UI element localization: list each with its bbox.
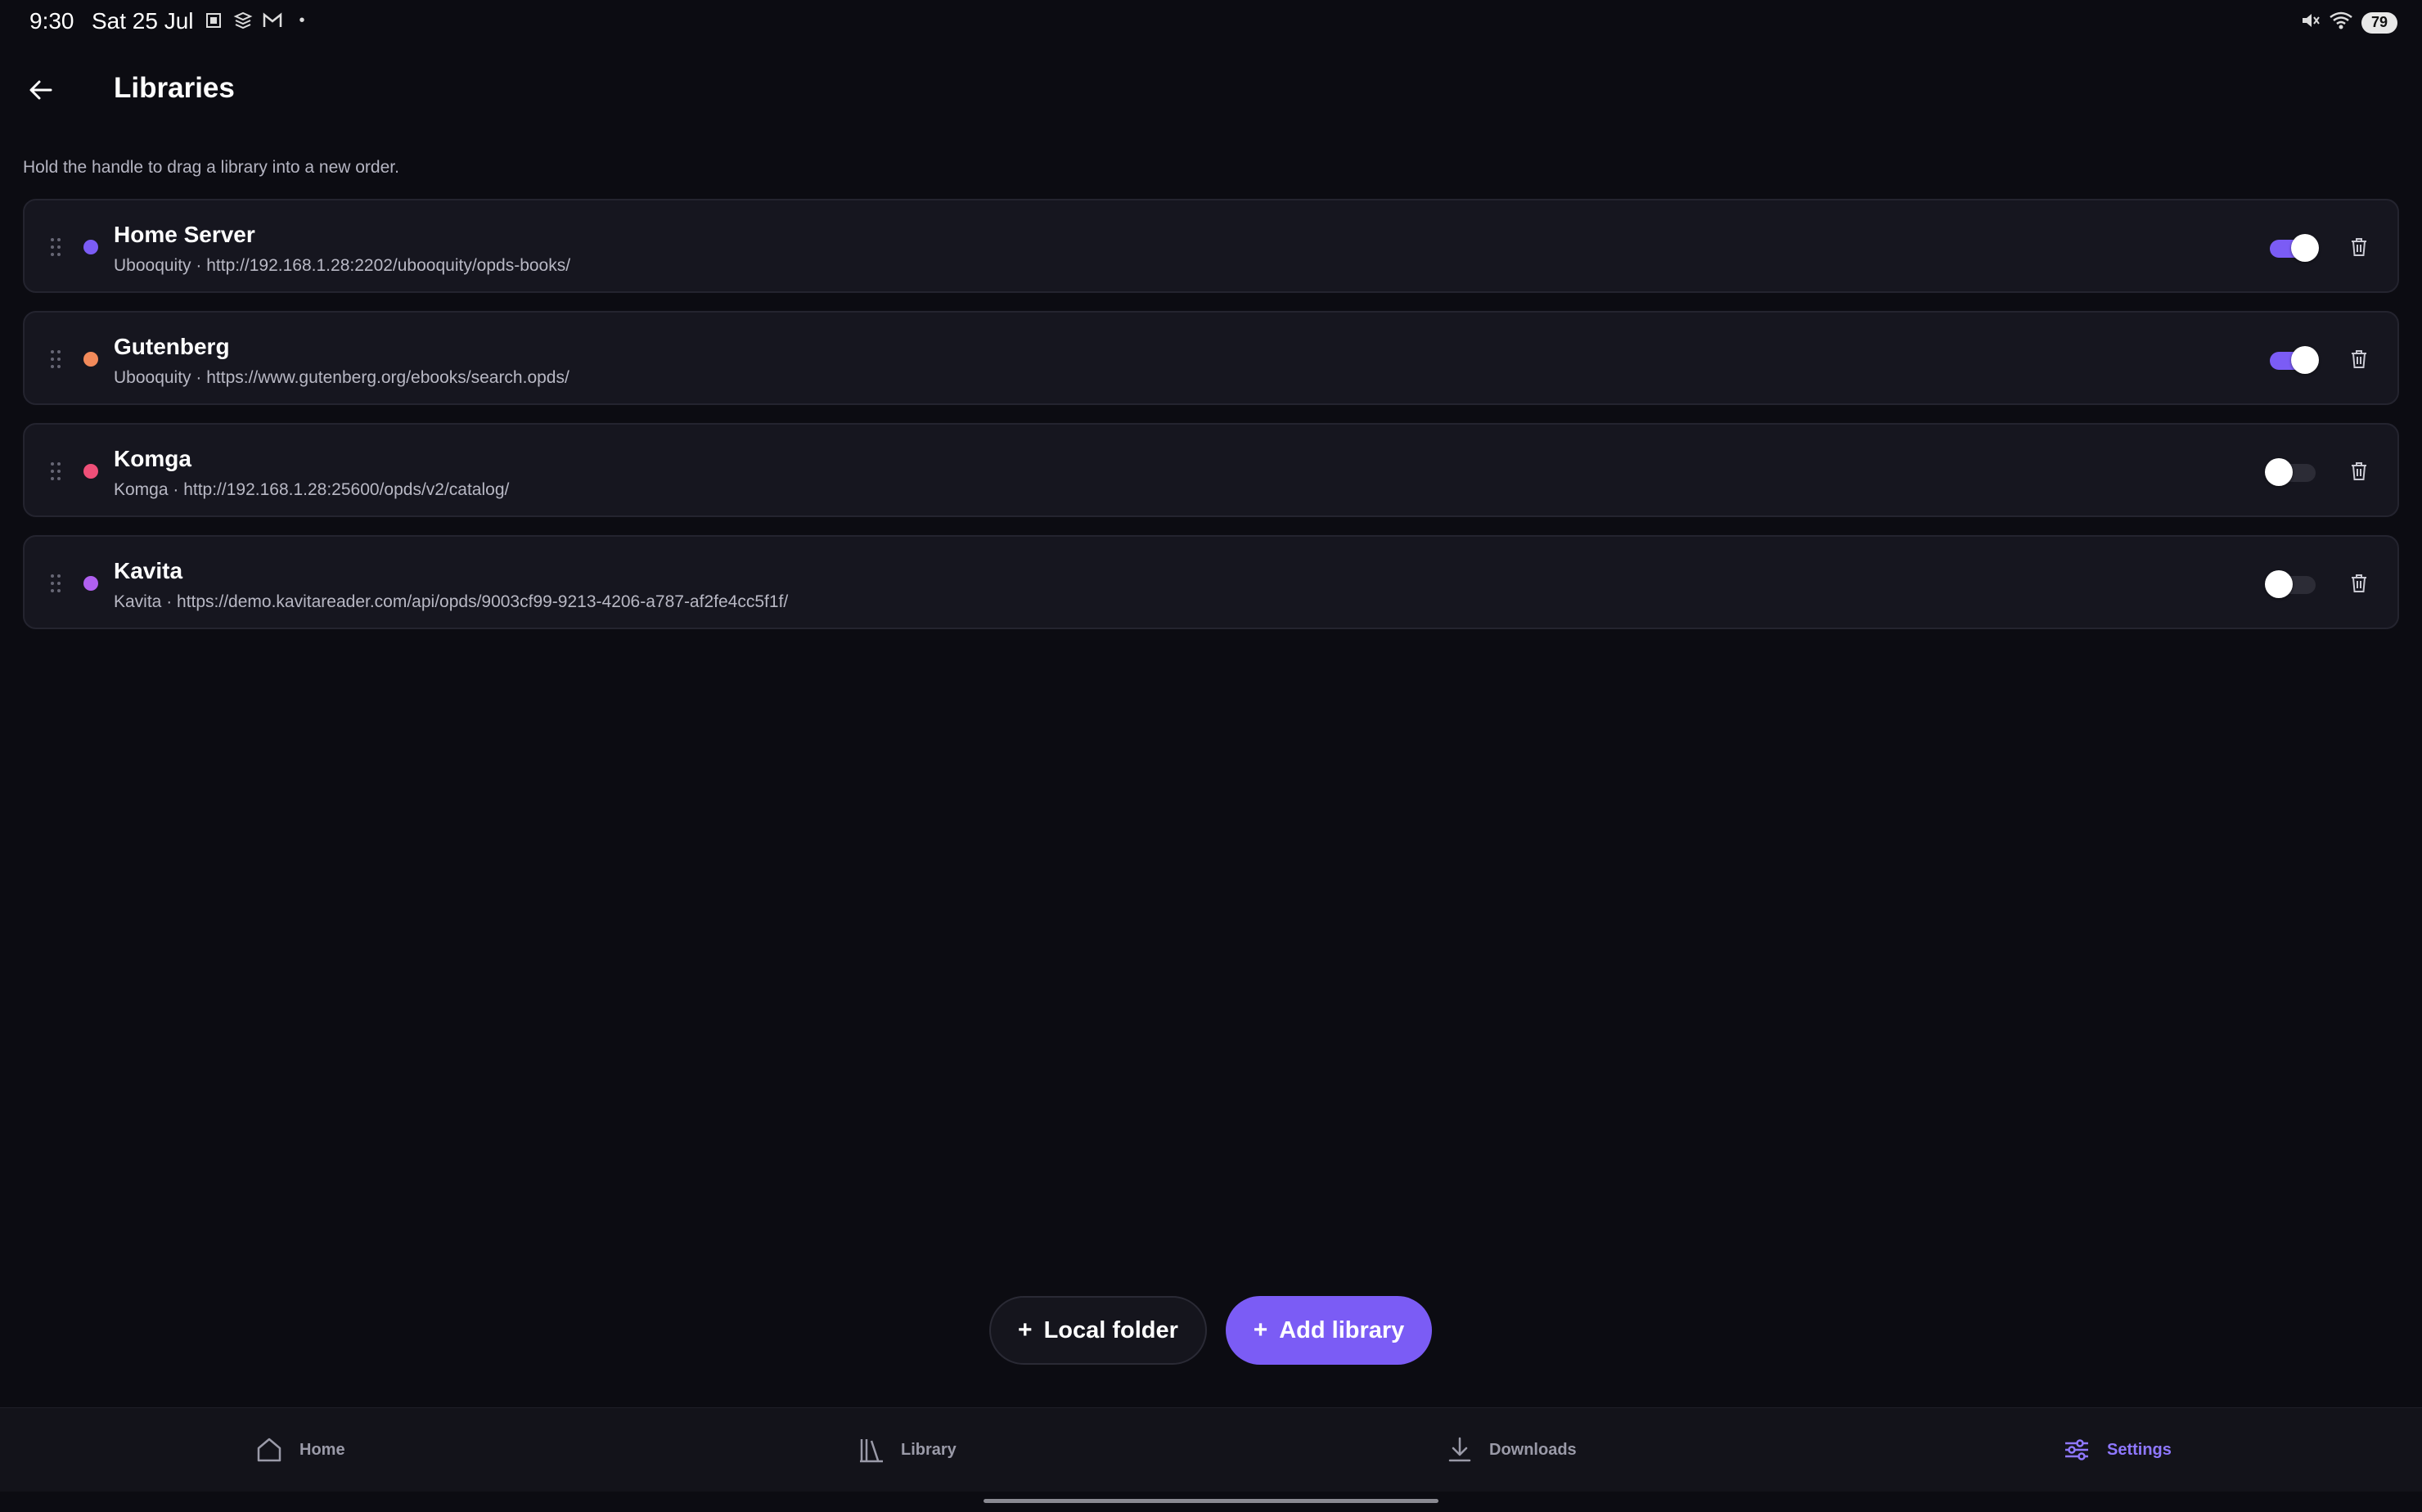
drag-handle-icon[interactable] — [49, 461, 62, 482]
bottom-navigation: Home Library Downloads Settings — [0, 1407, 2422, 1492]
library-color-dot — [83, 240, 98, 254]
drag-handle-icon[interactable] — [49, 236, 62, 258]
nav-downloads-label: Downloads — [1489, 1440, 1577, 1459]
library-enabled-toggle[interactable] — [2265, 232, 2319, 263]
library-name: Kavita — [114, 558, 183, 583]
toggle-knob — [2291, 346, 2319, 374]
system-icons: 79 — [2299, 10, 2397, 35]
library-enabled-toggle[interactable] — [2265, 568, 2319, 599]
delete-library-button[interactable] — [2345, 345, 2373, 373]
drag-handle-icon[interactable] — [49, 349, 62, 370]
library-card[interactable]: Komga Komga · http://192.168.1.28:25600/… — [23, 423, 2399, 517]
library-name: Komga — [114, 446, 191, 471]
toggle-knob — [2265, 458, 2293, 486]
battery-indicator: 79 — [2361, 11, 2397, 34]
library-card[interactable]: Kavita Kavita · https://demo.kavitareade… — [23, 535, 2399, 629]
library-subtitle: Ubooquity · https://www.gutenberg.org/eb… — [114, 368, 569, 387]
mute-icon — [2299, 10, 2321, 35]
more-notifications-dot-icon: • — [299, 11, 305, 29]
library-card[interactable]: Home Server Ubooquity · http://192.168.1… — [23, 199, 2399, 293]
library-color-dot — [83, 576, 98, 591]
trash-icon — [2352, 238, 2366, 256]
add-library-label: Add library — [1279, 1316, 1405, 1343]
plus-icon: + — [1018, 1316, 1033, 1343]
local-folder-label: Local folder — [1043, 1316, 1178, 1343]
status-time: 9:30 — [29, 8, 74, 34]
toggle-knob — [2265, 570, 2293, 598]
nav-settings-label: Settings — [2107, 1440, 2172, 1459]
nav-downloads[interactable]: Downloads — [1447, 1408, 1577, 1492]
library-enabled-toggle[interactable] — [2265, 344, 2319, 375]
library-name: Gutenberg — [114, 334, 230, 359]
arrow-left-icon — [29, 80, 52, 100]
library-color-dot — [83, 352, 98, 367]
library-color-dot — [83, 464, 98, 479]
gesture-home-indicator[interactable] — [984, 1499, 1438, 1503]
download-icon — [1448, 1437, 1471, 1462]
trash-icon — [2352, 574, 2366, 592]
library-enabled-toggle[interactable] — [2265, 456, 2319, 487]
toggle-knob — [2291, 234, 2319, 262]
back-button[interactable] — [20, 69, 62, 111]
library-subtitle: Ubooquity · http://192.168.1.28:2202/ubo… — [114, 256, 571, 275]
library-list: Home Server Ubooquity · http://192.168.1… — [23, 199, 2399, 647]
trash-icon — [2352, 462, 2366, 480]
library-subtitle: Komga · http://192.168.1.28:25600/opds/v… — [114, 480, 510, 499]
library-icon — [860, 1439, 883, 1463]
local-folder-button[interactable]: + Local folder — [989, 1296, 1207, 1365]
status-bar: 9:30 Sat 25 Jul • 79 — [0, 0, 2422, 44]
reorder-hint: Hold the handle to drag a library into a… — [23, 158, 399, 177]
library-name: Home Server — [114, 222, 255, 247]
sliders-icon — [2065, 1439, 2088, 1460]
nav-home[interactable]: Home — [255, 1408, 345, 1492]
page-title: Libraries — [114, 72, 235, 104]
nav-library[interactable]: Library — [858, 1408, 957, 1492]
delete-library-button[interactable] — [2345, 233, 2373, 261]
nav-library-label: Library — [901, 1440, 957, 1459]
library-card[interactable]: Gutenberg Ubooquity · https://www.gutenb… — [23, 311, 2399, 405]
delete-library-button[interactable] — [2345, 569, 2373, 597]
gmail-icon — [262, 10, 283, 31]
status-date: Sat 25 Jul — [92, 8, 194, 34]
trash-icon — [2352, 350, 2366, 368]
plus-icon: + — [1253, 1316, 1268, 1343]
library-subtitle: Kavita · https://demo.kavitareader.com/a… — [114, 592, 789, 611]
screenshot-icon — [203, 10, 224, 31]
nav-settings[interactable]: Settings — [2063, 1408, 2172, 1492]
drag-handle-icon[interactable] — [49, 573, 62, 594]
delete-library-button[interactable] — [2345, 457, 2373, 485]
notification-icons: • — [203, 10, 313, 31]
add-library-button[interactable]: + Add library — [1226, 1296, 1432, 1365]
home-icon — [257, 1438, 281, 1462]
nav-home-label: Home — [299, 1440, 345, 1459]
action-buttons: + Local folder + Add library — [0, 1296, 2422, 1365]
wifi-icon — [2329, 10, 2353, 35]
app-bar: Libraries — [0, 57, 2422, 123]
books-app-icon — [232, 10, 254, 31]
